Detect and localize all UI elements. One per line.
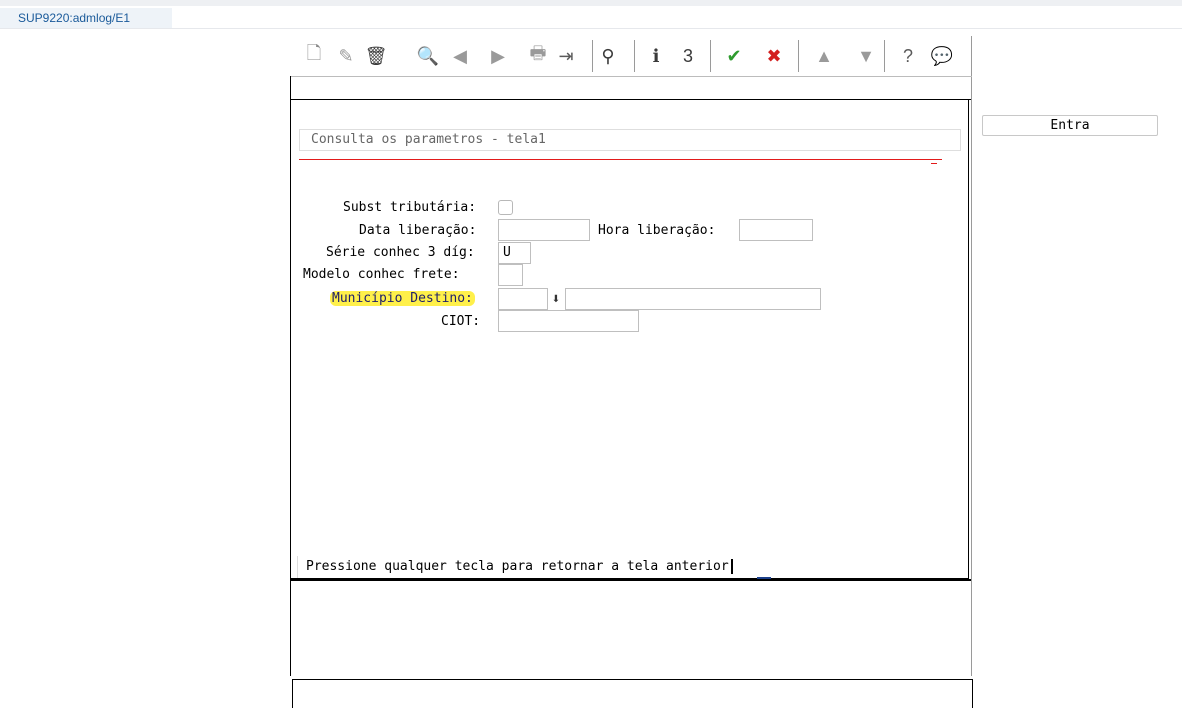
title-divider bbox=[0, 28, 1182, 29]
cursor-underline bbox=[757, 577, 771, 579]
comment-bubble-icon[interactable]: 💬 bbox=[928, 38, 956, 74]
modelo-conhec-frete-label: Modelo conhec frete: bbox=[303, 267, 460, 282]
text-cursor bbox=[730, 559, 733, 574]
ciot-label: CIOT: bbox=[441, 314, 481, 329]
new-document-icon[interactable]: 🗋 bbox=[300, 38, 328, 74]
search-magnifier-icon[interactable]: 🔍 bbox=[414, 38, 442, 74]
municipio-destino-code-field[interactable] bbox=[498, 288, 548, 310]
top-strip bbox=[0, 0, 1182, 6]
title-underline-dash bbox=[931, 163, 937, 164]
title-underline bbox=[299, 159, 942, 160]
next-record-icon[interactable]: ▶ bbox=[484, 38, 512, 74]
previous-record-icon[interactable]: ◀ bbox=[446, 38, 474, 74]
delete-trash-icon[interactable]: 🗑 bbox=[362, 38, 390, 74]
toolbar-separator bbox=[710, 40, 711, 72]
municipio-dropdown-icon[interactable]: ⬇ bbox=[548, 290, 564, 309]
window-top-border bbox=[290, 76, 972, 77]
modelo-conhec-frete-field[interactable] bbox=[498, 264, 523, 286]
print-icon[interactable]: 🖶 bbox=[524, 38, 552, 74]
serie-conhec-field[interactable]: U bbox=[498, 242, 531, 264]
window-title: SUP9220:admlog/E1 bbox=[18, 11, 131, 25]
toolbar-separator bbox=[634, 40, 635, 72]
serie-conhec-value: U bbox=[503, 245, 511, 260]
window-title-tab[interactable]: SUP9220:admlog/E1 bbox=[0, 8, 172, 28]
toolbar-separator bbox=[798, 40, 799, 72]
municipio-destino-label: Município Destino: bbox=[330, 290, 475, 308]
binoculars-icon[interactable]: ⚲ bbox=[594, 38, 622, 74]
cancel-x-icon[interactable]: ✖ bbox=[760, 38, 788, 74]
confirm-check-icon[interactable]: ✔ bbox=[720, 38, 748, 74]
screen-title: Consulta os parametros - tela1 bbox=[299, 129, 961, 151]
ciot-field[interactable] bbox=[498, 310, 639, 332]
subst-tributaria-checkbox[interactable] bbox=[498, 200, 513, 215]
help-question-icon[interactable]: ? bbox=[894, 38, 922, 74]
municipio-destino-label-text: Município Destino: bbox=[330, 291, 475, 306]
subst-tributaria-label: Subst tributária: bbox=[343, 200, 477, 215]
toolbar: 🗋 ✎ 🗑 🔍 ◀ ▶ 🖶 ⇥ ⚲ ℹ 3 ✔ ✖ ▲ ▼? 💬 bbox=[296, 38, 972, 74]
info-icon[interactable]: ℹ bbox=[642, 38, 670, 74]
numbered-list-icon[interactable]: 3 bbox=[674, 38, 702, 74]
hora-liberacao-field[interactable] bbox=[739, 219, 813, 241]
status-message: Pressione qualquer tecla para retornar a… bbox=[297, 556, 773, 578]
hora-liberacao-label: Hora liberação: bbox=[598, 223, 716, 238]
terminal-screen bbox=[291, 99, 969, 579]
entra-button[interactable]: Entra bbox=[982, 115, 1158, 136]
toolbar-separator bbox=[592, 40, 593, 72]
data-liberacao-label: Data liberação: bbox=[359, 223, 477, 238]
window-right-border bbox=[971, 36, 972, 676]
screen-title-text: Consulta os parametros - tela1 bbox=[311, 132, 546, 147]
data-liberacao-field[interactable] bbox=[498, 219, 590, 241]
municipio-destino-name-field[interactable] bbox=[565, 288, 821, 310]
toolbar-separator bbox=[884, 40, 885, 72]
scroll-up-icon[interactable]: ▲ bbox=[810, 38, 838, 74]
scroll-down-icon[interactable]: ▼ bbox=[852, 38, 880, 74]
edit-icon[interactable]: ✎ bbox=[332, 38, 360, 74]
exit-door-icon[interactable]: ⇥ bbox=[552, 38, 580, 74]
bottom-panel bbox=[292, 679, 973, 708]
serie-conhec-label: Série conhec 3 díg: bbox=[326, 245, 475, 260]
status-message-text: Pressione qualquer tecla para retornar a… bbox=[306, 559, 729, 574]
screen-bottom-border bbox=[291, 579, 971, 581]
